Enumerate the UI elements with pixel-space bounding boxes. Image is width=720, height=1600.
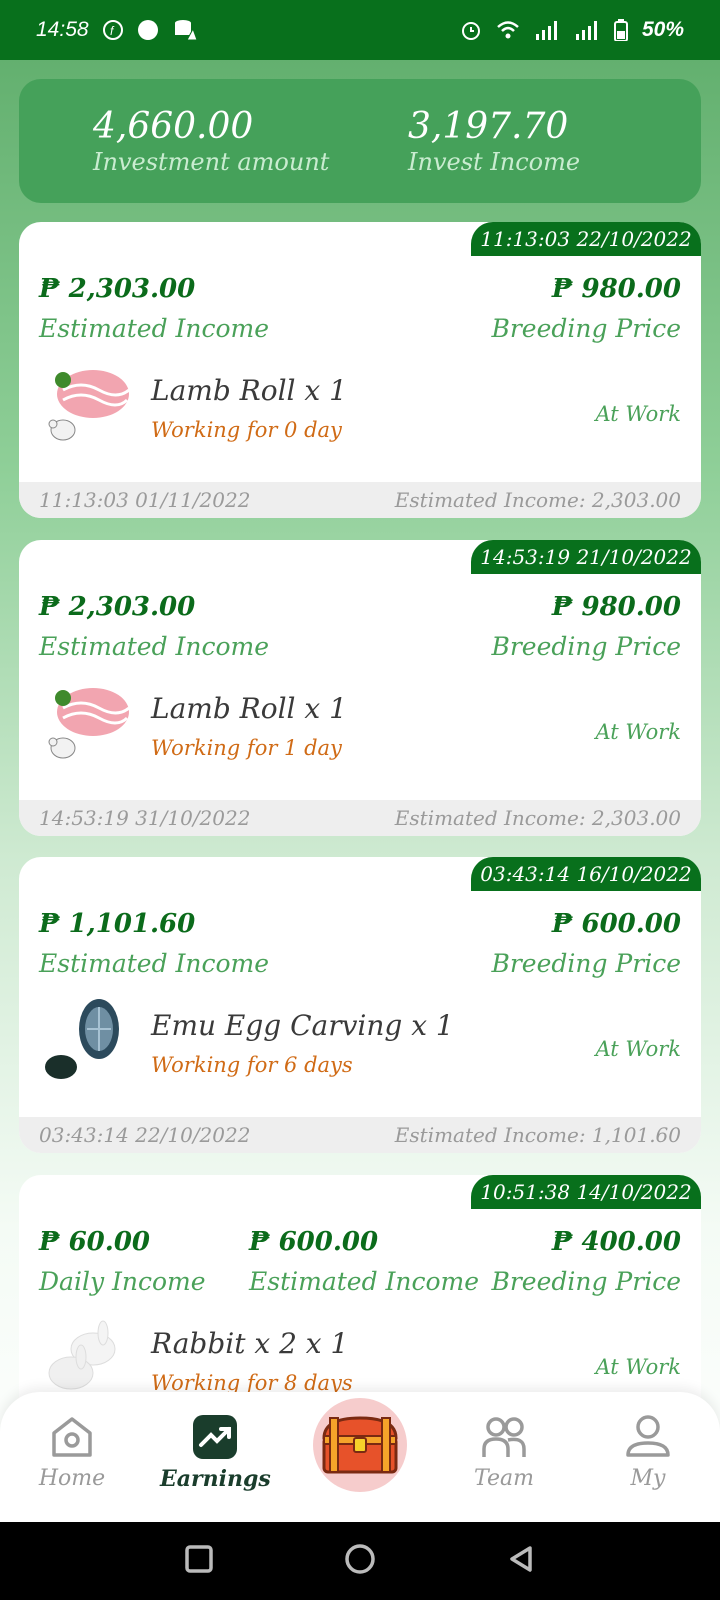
working-duration: Working for 1 day bbox=[151, 736, 342, 760]
back-button[interactable] bbox=[506, 1544, 536, 1578]
trending-up-icon bbox=[160, 1410, 270, 1464]
status-time: 14:58 bbox=[36, 18, 89, 41]
product-name: Rabbit x 2 x 1 bbox=[151, 1327, 349, 1360]
data-warning-icon bbox=[173, 18, 197, 42]
recent-apps-button[interactable] bbox=[184, 1544, 214, 1578]
alarm-icon bbox=[460, 19, 482, 41]
breeding-price-label: Breeding Price bbox=[491, 632, 681, 661]
treasure-chest-icon bbox=[322, 1416, 398, 1474]
end-date: 14:53:19 31/10/2022 bbox=[39, 806, 251, 830]
invest-income-label: Invest Income bbox=[408, 148, 581, 176]
breeding-price-label: Breeding Price bbox=[491, 314, 681, 343]
facebook-icon: f bbox=[102, 20, 123, 40]
nav-my[interactable]: My bbox=[593, 1410, 703, 1491]
estimated-income-label: Estimated Income bbox=[39, 632, 270, 661]
investment-card[interactable]: 14:53:19 21/10/2022 ₱ 2,303.00 ₱ 980.00 … bbox=[19, 540, 701, 836]
nav-earnings[interactable]: Earnings bbox=[160, 1410, 271, 1492]
treasure-chest-button[interactable] bbox=[313, 1398, 407, 1492]
estimated-income-label: Estimated Income bbox=[39, 314, 270, 343]
footer-estimated-income: Estimated Income: 2,303.00 bbox=[394, 806, 681, 830]
estimated-income-label: Estimated Income bbox=[249, 1267, 480, 1296]
estimated-income-value: ₱ 2,303.00 bbox=[39, 592, 196, 622]
investment-summary: 4,660.00 Investment amount 3,197.70 Inve… bbox=[19, 79, 701, 203]
status-badge: At Work bbox=[595, 1037, 681, 1061]
status-bar: 14:58 f 50% bbox=[0, 0, 720, 60]
breeding-price-label: Breeding Price bbox=[491, 949, 681, 978]
breeding-price-value: ₱ 600.00 bbox=[551, 909, 681, 939]
team-icon bbox=[449, 1410, 559, 1464]
estimated-income-value: ₱ 1,101.60 bbox=[39, 909, 196, 939]
lamb-roll-image bbox=[41, 362, 131, 452]
investment-card[interactable]: 11:13:03 22/10/2022 ₱ 2,303.00 ₱ 980.00 … bbox=[19, 222, 701, 518]
status-badge: At Work bbox=[595, 720, 681, 744]
product-name: Lamb Roll x 1 bbox=[151, 374, 347, 407]
wifi-icon bbox=[496, 20, 520, 40]
working-duration: Working for 6 days bbox=[151, 1053, 353, 1077]
user-icon bbox=[593, 1410, 703, 1464]
working-duration: Working for 0 day bbox=[151, 418, 342, 442]
end-date: 03:43:14 22/10/2022 bbox=[39, 1123, 251, 1147]
nav-team[interactable]: Team bbox=[449, 1410, 559, 1491]
investment-amount-label: Investment amount bbox=[93, 148, 330, 176]
card-footer: 11:13:03 01/11/2022 Estimated Income: 2,… bbox=[19, 482, 701, 518]
card-footer: 14:53:19 31/10/2022 Estimated Income: 2,… bbox=[19, 800, 701, 836]
emu-egg-image bbox=[41, 997, 131, 1087]
status-badge: At Work bbox=[595, 402, 681, 426]
battery-percent: 50% bbox=[641, 18, 684, 41]
card-timestamp: 14:53:19 21/10/2022 bbox=[471, 540, 701, 574]
estimated-income-value: ₱ 600.00 bbox=[249, 1227, 379, 1257]
system-navigation-bar bbox=[0, 1522, 720, 1600]
home-icon bbox=[17, 1410, 127, 1464]
signal-icon-2 bbox=[574, 20, 600, 40]
card-footer: 03:43:14 22/10/2022 Estimated Income: 1,… bbox=[19, 1117, 701, 1153]
card-timestamp: 11:13:03 22/10/2022 bbox=[471, 222, 701, 256]
daily-income-value: ₱ 60.00 bbox=[39, 1227, 150, 1257]
estimated-income-value: ₱ 2,303.00 bbox=[39, 274, 196, 304]
breeding-price-value: ₱ 980.00 bbox=[551, 274, 681, 304]
battery-icon bbox=[613, 19, 628, 41]
breeding-price-value: ₱ 980.00 bbox=[551, 592, 681, 622]
end-date: 11:13:03 01/11/2022 bbox=[39, 488, 251, 512]
home-button[interactable] bbox=[343, 1542, 377, 1580]
product-name: Emu Egg Carving x 1 bbox=[151, 1009, 454, 1042]
svg-text:f: f bbox=[110, 24, 115, 38]
nav-my-label: My bbox=[630, 1466, 666, 1491]
status-badge: At Work bbox=[595, 1355, 681, 1379]
nav-earnings-label: Earnings bbox=[160, 1466, 271, 1492]
dot-icon bbox=[137, 19, 159, 41]
footer-estimated-income: Estimated Income: 1,101.60 bbox=[394, 1123, 681, 1147]
nav-home-label: Home bbox=[38, 1466, 106, 1491]
investment-card[interactable]: 03:43:14 16/10/2022 ₱ 1,101.60 ₱ 600.00 … bbox=[19, 857, 701, 1153]
card-timestamp: 03:43:14 16/10/2022 bbox=[471, 857, 701, 891]
nav-team-label: Team bbox=[474, 1466, 534, 1491]
nav-home[interactable]: Home bbox=[17, 1410, 127, 1491]
card-timestamp: 10:51:38 14/10/2022 bbox=[471, 1175, 701, 1209]
signal-icon bbox=[534, 20, 560, 40]
investment-amount-value: 4,660.00 bbox=[93, 106, 254, 147]
breeding-price-value: ₱ 400.00 bbox=[551, 1227, 681, 1257]
invest-income-value: 3,197.70 bbox=[408, 106, 569, 147]
estimated-income-label: Estimated Income bbox=[39, 949, 270, 978]
product-name: Lamb Roll x 1 bbox=[151, 692, 347, 725]
lamb-roll-image bbox=[41, 680, 131, 770]
breeding-price-label: Breeding Price bbox=[491, 1267, 681, 1296]
footer-estimated-income: Estimated Income: 2,303.00 bbox=[394, 488, 681, 512]
daily-income-label: Daily Income bbox=[39, 1267, 206, 1296]
